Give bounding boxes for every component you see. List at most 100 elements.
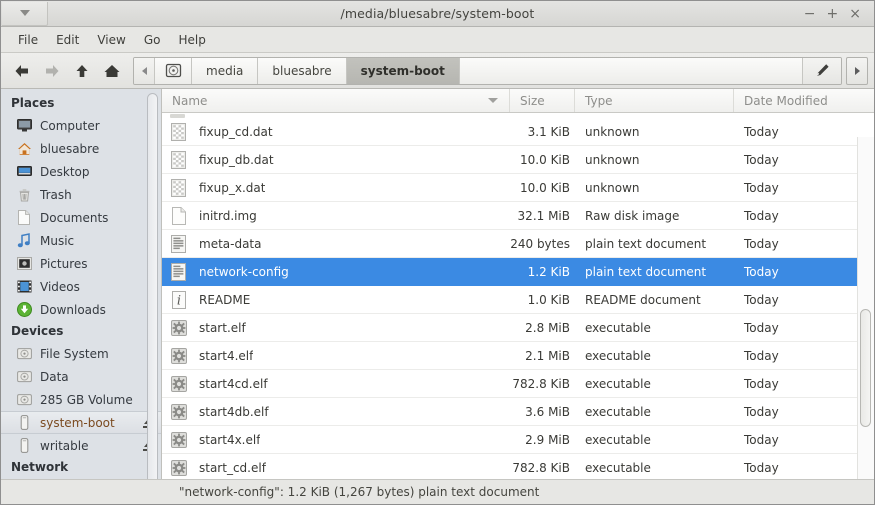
window-title: /media/bluesabre/system-boot [340,6,535,21]
pathbar-scroll-left-button[interactable] [134,57,155,84]
sidebar-label: Downloads [40,302,106,317]
file-name: start_cd.elf [199,460,266,475]
table-row[interactable]: start4x.elf 2.9 MiB executable Today [162,426,874,454]
sidebar-item-desktop[interactable]: Desktop [1,160,161,183]
menu-bar: File Edit View Go Help [1,27,874,53]
table-row[interactable]: start4.elf 2.1 MiB executable Today [162,342,874,370]
vertical-scrollbar-thumb[interactable] [860,309,871,427]
cell-date-modified: Today [744,236,779,251]
sidebar-item-pictures[interactable]: Pictures [1,252,161,275]
sidebar-scrollbar[interactable] [147,93,158,479]
sidebar-label: Music [40,233,75,248]
close-button[interactable]: × [849,7,861,21]
readme-file-icon: i [170,290,187,310]
column-header-type[interactable]: Type [575,89,734,112]
sidebar-item-trash[interactable]: Trash [1,183,161,206]
table-row[interactable]: fixup_cd.dat 3.1 KiB unknown Today [162,118,874,146]
sidebar-item-writable[interactable]: writable [1,434,161,457]
table-row[interactable]: start4db.elf 3.6 MiB executable Today [162,398,874,426]
cell-name: fixup_cd.dat [162,122,510,142]
chevron-down-icon [19,10,30,16]
table-row[interactable]: network-config 1.2 KiB plain text document… [162,258,874,286]
cell-size: 1.0 KiB [527,292,570,307]
sidebar-item-file-system[interactable]: File System [1,342,161,365]
cell-type: unknown [585,152,640,167]
sidebar-heading-devices: Devices [11,324,64,338]
maximize-button[interactable]: + [827,7,839,21]
table-row[interactable]: start_cd.elf 782.8 KiB executable Today [162,454,874,479]
file-name: fixup_x.dat [199,180,266,195]
minimize-button[interactable]: − [804,7,816,21]
column-header-name[interactable]: Name [162,89,510,112]
column-header-date-modified[interactable]: Date Modified [734,89,874,112]
edit-path-button[interactable] [802,57,841,84]
sidebar-label: Desktop [40,164,90,179]
cell-date-modified: Today [744,460,779,475]
file-list-panel: Name Size Type Date Modified fixup_cd.da… [161,89,874,479]
forward-button[interactable] [37,56,67,86]
sidebar-item-system-boot[interactable]: system-boot [1,411,161,434]
breadcrumb-media[interactable]: media [192,57,259,84]
file-name: initrd.img [199,208,257,223]
menu-file[interactable]: File [9,30,47,50]
binary-file-icon [170,150,187,170]
table-row[interactable]: i README 1.0 KiB README document Today [162,286,874,314]
vertical-scrollbar-track[interactable] [857,137,874,479]
table-row[interactable]: fixup_db.dat 10.0 KiB unknown Today [162,146,874,174]
column-header-label: Type [585,93,613,108]
cell-type: executable [585,404,651,419]
arrow-right-icon [46,64,59,77]
executable-icon [170,430,187,450]
executable-icon [170,458,187,478]
breadcrumb-bluesabre[interactable]: bluesabre [258,57,347,84]
arrow-up-icon [76,64,88,77]
menu-view[interactable]: View [88,30,134,50]
cell-date-modified: Today [744,264,779,279]
cell-date-modified: Today [744,376,779,391]
cell-size: 2.8 MiB [525,320,570,335]
executable-icon [170,374,187,394]
cell-size: 2.9 MiB [525,432,570,447]
cell-name: i README [162,290,510,310]
sidebar-item-videos[interactable]: Videos [1,275,161,298]
column-header-size[interactable]: Size [510,89,575,112]
binary-file-icon [170,178,187,198]
cell-type: plain text document [585,236,707,251]
executable-icon [170,402,187,422]
menu-go[interactable]: Go [135,30,170,50]
cell-name: initrd.img [162,206,510,226]
window-menu-button[interactable] [2,1,48,26]
file-list-rows[interactable]: fixup_cd.dat 3.1 KiB unknown Today fixup_db.… [162,113,874,479]
sidebar-item-downloads[interactable]: Downloads [1,298,161,321]
menu-help[interactable]: Help [169,30,214,50]
sidebar-item-bluesabre[interactable]: bluesabre [1,137,161,160]
toolbar-overflow-button[interactable] [846,56,868,85]
back-button[interactable] [7,56,37,86]
sidebar-item-computer[interactable]: Computer [1,114,161,137]
cell-type: executable [585,348,651,363]
cell-date-modified: Today [744,432,779,447]
home-button[interactable] [97,56,127,86]
file-name: network-config [199,264,289,279]
up-button[interactable] [67,56,97,86]
table-row[interactable]: meta-data 240 bytes plain text document Tod… [162,230,874,258]
pathbar-device-button[interactable] [155,57,192,84]
menu-edit[interactable]: Edit [47,30,88,50]
sidebar-item-music[interactable]: Music [1,229,161,252]
sidebar-item-data[interactable]: Data [1,365,161,388]
table-row[interactable]: start4cd.elf 782.8 KiB executable Today [162,370,874,398]
sidebar-item-browse-network[interactable]: Browse Network [1,478,161,479]
sidebar-item-285-gb-volume[interactable]: 285 GB Volume [1,388,161,411]
cell-name: start_cd.elf [162,458,510,478]
sidebar-label: Trash [40,187,72,202]
trash-icon [15,187,33,203]
home-icon [104,64,120,77]
breadcrumb-system-boot[interactable]: system-boot [346,57,460,84]
table-row[interactable]: start.elf 2.8 MiB executable Today [162,314,874,342]
sidebar-item-documents[interactable]: Documents [1,206,161,229]
table-row[interactable]: fixup_x.dat 10.0 KiB unknown Today [162,174,874,202]
computer-icon [15,118,33,134]
main-area: Places Computer bluesabre Desktop Trash … [1,89,874,479]
cell-name: start4db.elf [162,402,510,422]
table-row[interactable]: initrd.img 32.1 MiB Raw disk image Today [162,202,874,230]
